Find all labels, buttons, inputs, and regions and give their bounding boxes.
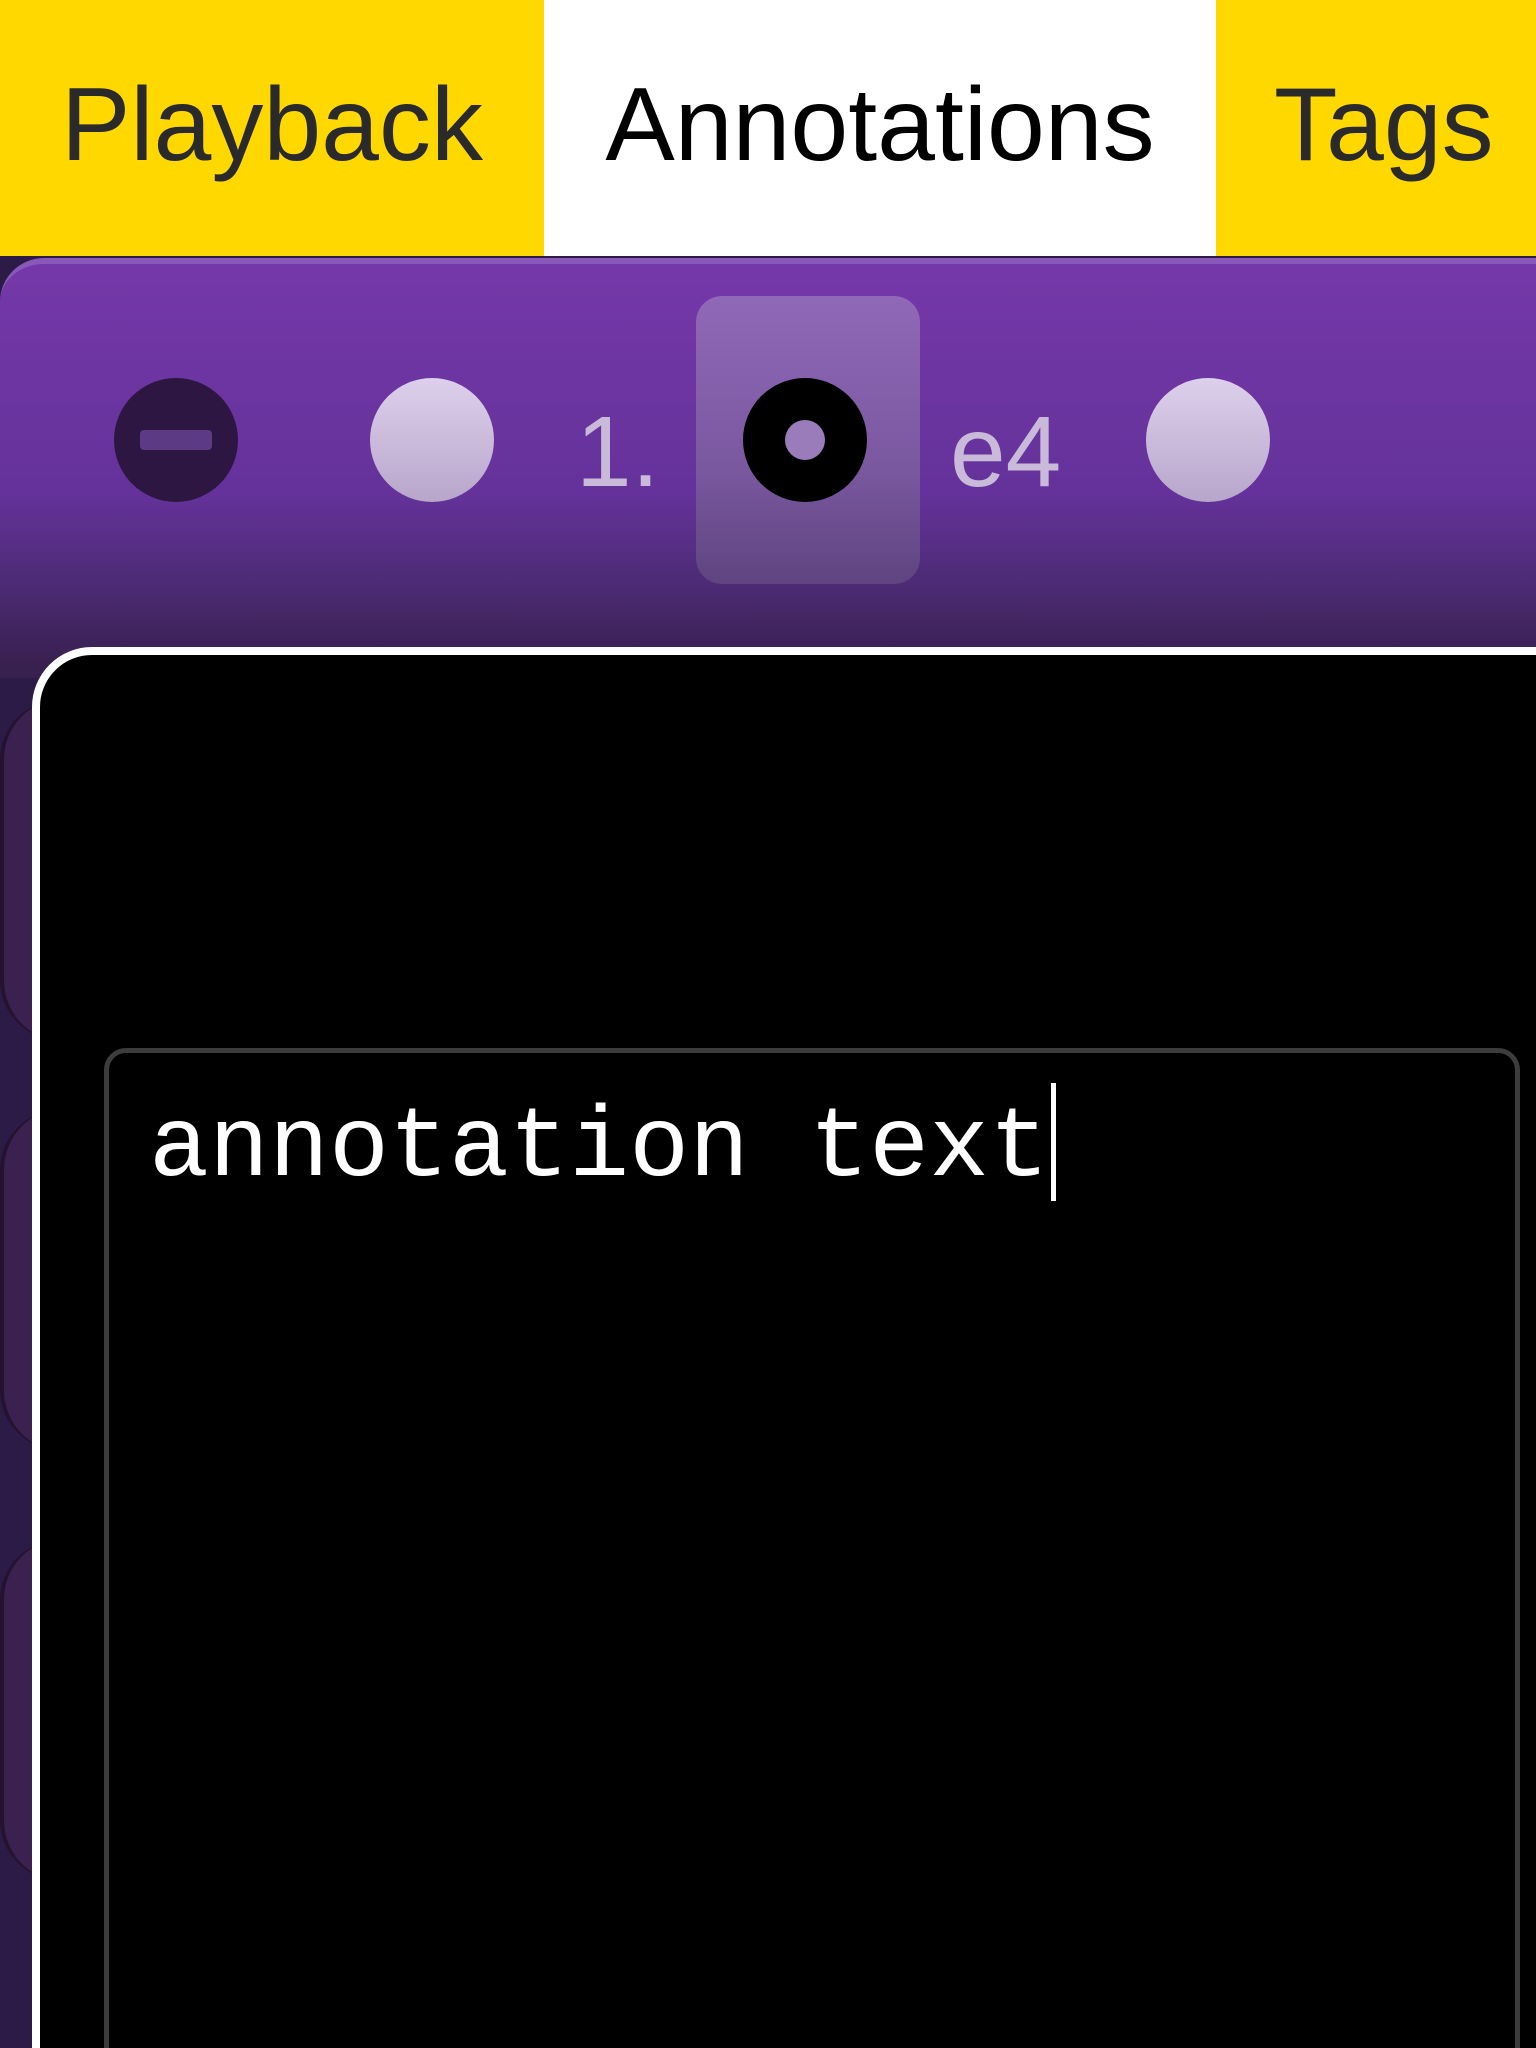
previous-move-button[interactable]: [370, 378, 494, 502]
text-caret: [1051, 1083, 1057, 1201]
annotation-text: annotation text: [149, 1093, 1050, 1206]
annotation-text-editor[interactable]: annotation text: [104, 1048, 1520, 2048]
current-move-ring-icon[interactable]: [743, 378, 867, 502]
app-page: Playback Annotations Tags 1. e4 annotati…: [0, 0, 1536, 2048]
tab-tags[interactable]: Tags: [1216, 0, 1536, 256]
tab-annotations[interactable]: Annotations: [544, 0, 1216, 256]
minus-icon: [140, 430, 212, 450]
tab-bar: Playback Annotations Tags: [0, 0, 1536, 256]
next-move-button[interactable]: [1146, 378, 1270, 502]
move-number: 1.: [576, 396, 660, 508]
move-san: e4: [950, 396, 1062, 508]
tab-playback[interactable]: Playback: [0, 0, 544, 256]
remove-annotation-button[interactable]: [114, 378, 238, 502]
